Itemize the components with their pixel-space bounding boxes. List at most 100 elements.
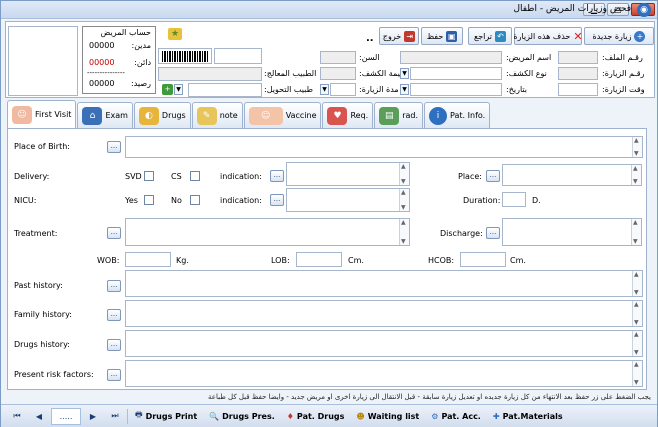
drugs-pres-label: Drugs Pres.	[222, 411, 275, 421]
window-title: فحص وزيارات المريض - اطفال	[513, 4, 631, 14]
scrollbar[interactable]	[399, 219, 409, 245]
drugs-history-field[interactable]	[125, 330, 643, 357]
patient-photo[interactable]	[8, 26, 78, 96]
family-history-edit-button[interactable]: ...	[107, 309, 121, 321]
tab-req[interactable]: ♥ Req.	[322, 102, 374, 128]
hcob-field[interactable]	[460, 252, 506, 267]
barcode-field[interactable]	[214, 48, 262, 64]
baby-icon: ☺	[12, 105, 32, 124]
previous-record-button[interactable]: ◀	[29, 408, 49, 425]
delivery-label: Delivery:	[14, 172, 50, 181]
drugs-pres-button[interactable]: 🔍 Drugs Pres.	[204, 408, 280, 425]
waiting-list-button[interactable]: ☻ Waiting list	[351, 408, 424, 425]
present-risk-factors-field[interactable]	[125, 360, 643, 387]
scrollbar[interactable]	[631, 165, 641, 185]
treatment-edit-button[interactable]: ...	[107, 227, 121, 239]
scrollbar[interactable]	[632, 361, 642, 386]
visit-duration-field[interactable]	[330, 83, 356, 96]
visit-duration-dropdown-icon[interactable]: ▼	[320, 84, 329, 95]
balance-label: رصيد:	[131, 79, 151, 88]
discharge-edit-button[interactable]: ...	[486, 227, 500, 239]
date-dropdown-icon[interactable]: ▼	[400, 84, 409, 95]
tab-rad[interactable]: ▤ rad.	[374, 102, 424, 128]
place-of-birth-edit-button[interactable]: ...	[107, 141, 121, 153]
exit-button[interactable]: خروج ⇥	[379, 27, 419, 45]
nicu-no-checkbox[interactable]	[190, 195, 200, 205]
scrollbar[interactable]	[632, 301, 642, 326]
tab-drugs[interactable]: ◐ Drugs	[133, 102, 191, 128]
drugs-history-edit-button[interactable]: ...	[107, 339, 121, 351]
date-field[interactable]	[410, 83, 502, 96]
referring-doctor-field[interactable]	[188, 83, 262, 97]
materials-icon: ✚	[492, 411, 500, 421]
nicu-indication-edit-button[interactable]: ...	[270, 194, 284, 206]
tab-label: note	[219, 111, 238, 120]
tab-label: Exam	[105, 111, 128, 120]
pat-drugs-button[interactable]: ♦ Pat. Drugs	[282, 408, 350, 425]
wob-field[interactable]	[125, 252, 171, 267]
tab-exam[interactable]: ⌂ Exam	[77, 102, 133, 128]
tab-first-visit[interactable]: ☺ First Visit	[7, 100, 77, 128]
save-button[interactable]: حفظ ▣	[421, 27, 463, 45]
more-dots[interactable]: ..	[366, 33, 374, 44]
drug-bottle-icon: ♦	[286, 411, 294, 421]
nicu-indication-field[interactable]	[286, 188, 410, 212]
past-history-edit-button[interactable]: ...	[107, 280, 121, 292]
scrollbar[interactable]	[631, 219, 641, 245]
treatment-field[interactable]	[125, 218, 410, 246]
last-record-button[interactable]: ⏭	[105, 408, 125, 425]
delete-visit-button[interactable]: حذف هذه الزيارة ✕	[513, 27, 583, 45]
duration-field[interactable]	[502, 192, 526, 207]
nicu-yes-checkbox[interactable]	[144, 195, 154, 205]
save-reminder-note: يجب الضغط على زر حفظ بعد الانتهاء من كل …	[208, 393, 651, 401]
delete-visit-label: حذف هذه الزيارة	[513, 31, 571, 41]
pat-materials-button[interactable]: ✚ Pat.Materials	[488, 408, 568, 425]
visit-time-field[interactable]	[558, 83, 598, 96]
exam-type-field[interactable]	[410, 67, 502, 80]
scrollbar[interactable]	[399, 163, 409, 185]
treating-doctor-field[interactable]	[158, 67, 262, 81]
place-of-birth-field[interactable]	[125, 136, 643, 158]
chevron-down-icon[interactable]: ▼	[174, 84, 183, 95]
tab-pat-info[interactable]: i Pat. Info.	[424, 102, 491, 128]
referring-doctor-actions: + ▼	[158, 83, 188, 97]
svd-checkbox[interactable]	[144, 171, 154, 181]
record-pager[interactable]: .....	[51, 407, 81, 425]
pat-acc-button[interactable]: ⚙ Pat. Acc.	[426, 408, 486, 425]
new-visit-label: زيارة جديدة	[592, 31, 632, 41]
next-record-button[interactable]: ▶	[83, 408, 103, 425]
scrollbar[interactable]	[632, 271, 642, 296]
family-history-label: Family history:	[14, 310, 72, 319]
discharge-field[interactable]	[502, 218, 642, 246]
place-field[interactable]	[502, 164, 642, 186]
drugs-print-label: Drugs Print	[145, 411, 198, 421]
exam-value-field[interactable]	[320, 67, 356, 80]
lob-field[interactable]	[296, 252, 342, 267]
family-history-field[interactable]	[125, 300, 643, 327]
account-box: حساب المريض مدين: 00000 دائن: 00000 ----…	[82, 26, 156, 94]
lob-label: LOB:	[271, 256, 290, 265]
add-doctor-icon[interactable]: +	[162, 84, 173, 95]
scrollbar[interactable]	[632, 137, 642, 157]
past-history-field[interactable]	[125, 270, 643, 297]
scrollbar[interactable]	[632, 331, 642, 356]
open-folder-icon[interactable]: ★	[168, 28, 182, 40]
exam-type-dropdown-icon[interactable]: ▼	[400, 68, 409, 79]
delivery-indication-edit-button[interactable]: ...	[270, 170, 284, 182]
tab-note[interactable]: ✎ note	[191, 102, 243, 128]
tab-vaccine[interactable]: ☺ Vaccine	[243, 102, 322, 128]
new-visit-button[interactable]: زيارة جديدة +	[584, 27, 654, 45]
first-record-button[interactable]: ⏮	[7, 408, 27, 425]
save-label: حفظ	[426, 31, 444, 41]
vaccine-baby-icon: ☺	[248, 106, 283, 125]
cs-checkbox[interactable]	[190, 171, 200, 181]
drugs-print-button[interactable]: 🖶 Drugs Print	[130, 408, 202, 425]
account-title: حساب المريض	[100, 28, 151, 37]
place-edit-button[interactable]: ...	[486, 170, 500, 182]
scrollbar[interactable]	[399, 189, 409, 211]
undo-button[interactable]: تراجع ↶	[468, 27, 512, 45]
credit-label: دائن:	[134, 58, 151, 67]
visit-duration-label: مدة الزيارة:	[359, 85, 399, 94]
delivery-indication-field[interactable]	[286, 162, 410, 186]
present-risk-factors-edit-button[interactable]: ...	[107, 369, 121, 381]
